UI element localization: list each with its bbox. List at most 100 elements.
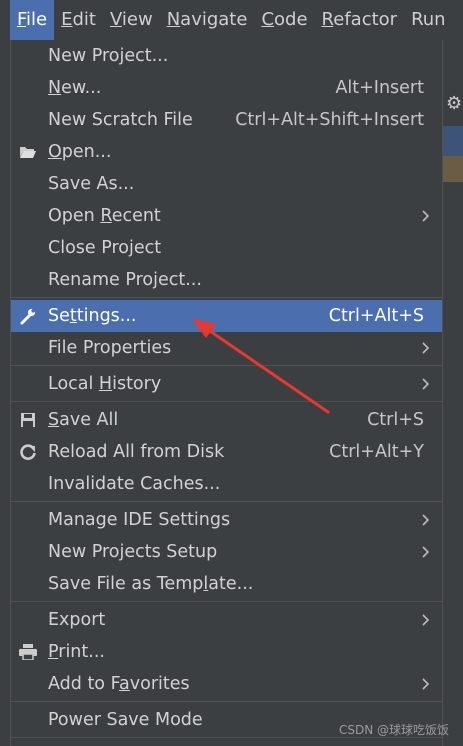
- menu-item-label: Rename Project...: [48, 270, 202, 290]
- menu-item-rename-project[interactable]: Rename Project...: [11, 264, 442, 296]
- menu-view-mnemonic: V: [109, 9, 122, 30]
- menu-item-add-to-favorites[interactable]: Add to Favorites: [11, 668, 442, 700]
- menu-item-label: Export: [48, 610, 106, 630]
- watermark: CSDN @球球吃饭饭: [338, 723, 449, 737]
- mnemonic-letter: a: [119, 674, 130, 694]
- menu-file-mnemonic: F: [17, 9, 27, 30]
- menu-item-label: New Projects Setup: [48, 542, 218, 562]
- menu-item-export[interactable]: Export: [11, 604, 442, 636]
- mnemonic-letter: t: [69, 306, 77, 326]
- menu-refactor-mnemonic: R: [321, 9, 334, 30]
- menu-item-print[interactable]: Print...: [11, 636, 442, 668]
- menu-item-invalidate-caches[interactable]: Invalidate Caches...: [11, 468, 442, 500]
- menu-refactor[interactable]: Refactor: [315, 0, 405, 40]
- menu-item-save-all[interactable]: Save All Ctrl+S: [11, 404, 442, 436]
- menu-item-label: Reload All from Disk: [48, 442, 225, 462]
- reload-icon: [17, 436, 39, 468]
- chevron-right-icon: [422, 604, 432, 636]
- menu-item-save-as[interactable]: Save As...: [11, 168, 442, 200]
- menu-item-settings[interactable]: Settings... Ctrl+Alt+S: [11, 300, 442, 332]
- label-rest: ew...: [61, 78, 102, 98]
- menu-item-label: Save File as Template...: [48, 568, 253, 600]
- label-rest: tings...: [76, 306, 137, 326]
- menu-item-label: Save As...: [48, 174, 135, 194]
- menu-item-label: File Properties: [48, 338, 172, 358]
- menu-item-new[interactable]: New... Alt+Insert: [11, 72, 442, 104]
- menu-item-label: Local History: [48, 368, 161, 400]
- label-rest: ecent: [111, 206, 161, 226]
- menu-run[interactable]: Run: [404, 0, 453, 40]
- printer-icon: [17, 636, 39, 668]
- menu-navigate-label: avigate: [180, 9, 248, 30]
- menu-item-label: New Project...: [48, 46, 169, 66]
- menu-item-label: Add to Favorites: [48, 668, 190, 700]
- menu-item-new-project[interactable]: New Project...: [11, 40, 442, 72]
- menu-item-shortcut: Ctrl+Alt+Y: [329, 442, 424, 462]
- chevron-right-icon: [422, 368, 432, 400]
- menu-view[interactable]: View: [103, 0, 160, 40]
- folder-open-icon: [17, 136, 39, 168]
- ide-background-toolbar: [441, 40, 463, 89]
- label-rest: ate...: [208, 574, 254, 594]
- label-rest: istory: [112, 374, 162, 394]
- mnemonic-letter: O: [48, 142, 62, 162]
- menu-file-label: ile: [26, 9, 48, 30]
- ide-background-selected-tab: [441, 126, 463, 156]
- menu-edit[interactable]: Edit: [54, 0, 103, 40]
- menu-item-shortcut: Ctrl+Alt+Shift+Insert: [235, 110, 424, 130]
- label-rest: rint...: [58, 642, 105, 662]
- label-pre: Add to F: [48, 674, 120, 694]
- menu-item-label: Manage IDE Settings: [48, 510, 231, 530]
- label-rest: pen...: [61, 142, 112, 162]
- menu-item-exit[interactable]: Exit: [11, 740, 442, 746]
- label-pre: Save File as Temp: [48, 574, 204, 594]
- menu-refactor-label: efactor: [333, 9, 398, 30]
- menu-item-open[interactable]: Open...: [11, 136, 442, 168]
- menu-item-new-projects-setup[interactable]: New Projects Setup: [11, 536, 442, 568]
- menu-item-label: Power Save Mode: [48, 710, 203, 730]
- menu-code-label: ode: [274, 9, 308, 30]
- menu-item-shortcut: Ctrl+Alt+S: [328, 306, 424, 326]
- menu-file[interactable]: File: [10, 0, 55, 40]
- menu-item-file-properties[interactable]: File Properties: [11, 332, 442, 364]
- label-rest: ave All: [59, 410, 119, 430]
- menu-item-open-recent[interactable]: Open Recent: [11, 200, 442, 232]
- menu-edit-mnemonic: E: [61, 9, 73, 30]
- chevron-right-icon: [422, 200, 432, 232]
- menu-item-local-history[interactable]: Local History: [11, 368, 442, 400]
- mnemonic-letter: R: [100, 206, 112, 226]
- mnemonic-letter: P: [48, 642, 59, 662]
- menu-code[interactable]: Code: [254, 0, 314, 40]
- menu-item-reload-all[interactable]: Reload All from Disk Ctrl+Alt+Y: [11, 436, 442, 468]
- menu-item-label: Exit: [48, 740, 81, 746]
- menu-item-label: New...: [48, 72, 101, 104]
- chevron-right-icon: [422, 332, 432, 364]
- mnemonic-letter: S: [48, 410, 60, 430]
- menu-item-label: Invalidate Caches...: [48, 474, 221, 494]
- mnemonic-letter: H: [98, 374, 113, 394]
- menu-item-label: Close Project: [48, 238, 162, 258]
- chevron-right-icon: [422, 536, 432, 568]
- menu-item-save-file-as-template[interactable]: Save File as Template...: [11, 568, 442, 600]
- chevron-right-icon: [422, 504, 432, 536]
- floppy-disk-icon: [17, 404, 39, 436]
- menu-item-label: Open Recent: [48, 200, 161, 232]
- wrench-icon: [17, 300, 39, 332]
- menu-item-label: Print...: [48, 636, 105, 668]
- menu-item-label: Save All: [48, 404, 118, 436]
- ide-background-editor: [441, 182, 463, 746]
- menu-item-new-scratch-file[interactable]: New Scratch File Ctrl+Alt+Shift+Insert: [11, 104, 442, 136]
- mnemonic-letter: N: [48, 78, 62, 98]
- menu-item-label: New Scratch File: [48, 110, 193, 130]
- menu-code-mnemonic: C: [261, 9, 275, 30]
- label-pre: Se: [48, 306, 70, 326]
- file-menu-dropdown: New Project... New... Alt+Insert New Scr…: [10, 40, 443, 746]
- menu-item-close-project[interactable]: Close Project: [11, 232, 442, 264]
- menu-navigate-mnemonic: N: [166, 9, 181, 30]
- menu-navigate[interactable]: Navigate: [160, 0, 255, 40]
- menu-item-manage-ide-settings[interactable]: Manage IDE Settings: [11, 504, 442, 536]
- menu-item-shortcut: Alt+Insert: [335, 78, 424, 98]
- gear-icon[interactable]: ⚙: [446, 94, 462, 114]
- menu-item-label: Settings...: [48, 300, 136, 332]
- menu-item-label: Open...: [48, 136, 111, 168]
